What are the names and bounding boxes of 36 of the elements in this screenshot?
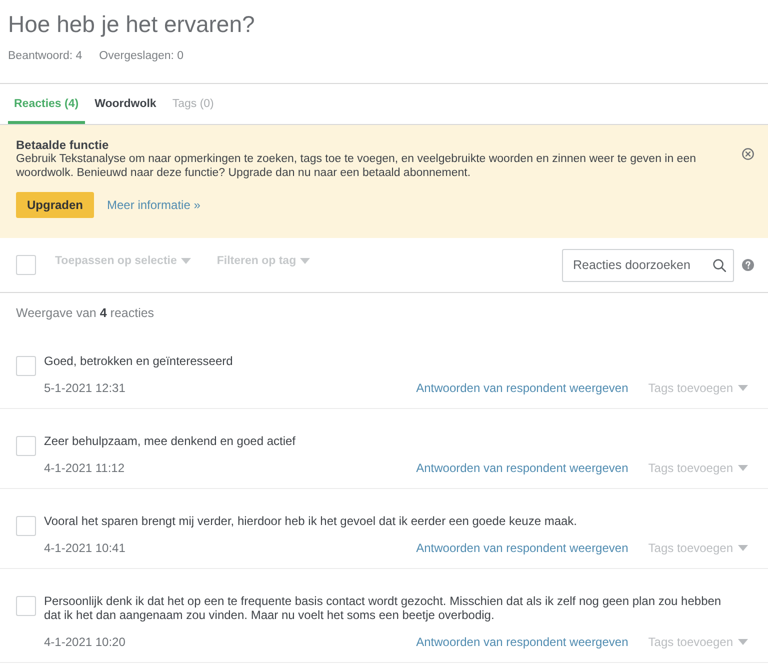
select-all-checkbox[interactable] bbox=[16, 255, 36, 275]
search-field[interactable]: Reacties doorzoeken bbox=[562, 248, 734, 282]
respondent-answers-link[interactable]: Antwoorden van respondent weergeven bbox=[416, 461, 628, 475]
banner-text: Gebruik Tekstanalyse om naar opmerkingen te zoeken, tags toe te voegen, en veelgebruikte woorden en zinnen weer te geven in een woordwolk. Benieuwd naar deze functie? Upgrade dan nu naar een betaald abonnement. bbox=[16, 152, 697, 180]
response-text: Persoonlijk denk ik dat het op een te frequente basis contact wordt gezocht. Misschien dat als ik zelf nog geen plan zou hebben dat ik het dan aangenaam zou vinden. Maar nu voelt het soms een beetje overbodig. bbox=[44, 594, 722, 622]
upgrade-button[interactable]: Upgraden bbox=[16, 192, 94, 218]
respondent-answers-link[interactable]: Antwoorden van respondent weergeven bbox=[416, 381, 628, 395]
row-checkbox[interactable] bbox=[16, 596, 36, 616]
help-icon[interactable] bbox=[742, 259, 754, 271]
banner-title: Betaalde functie bbox=[16, 138, 110, 152]
respondent-answers-link[interactable]: Antwoorden van respondent weergeven bbox=[416, 635, 628, 649]
response-text: Goed, betrokken en geïnteresseerd bbox=[44, 354, 234, 368]
caret-icon bbox=[738, 465, 748, 471]
row-checkbox[interactable] bbox=[16, 516, 36, 536]
close-icon[interactable] bbox=[742, 148, 754, 160]
more-info-link[interactable]: Meer informatie » bbox=[107, 198, 200, 212]
question-title: Hoe heb je het ervaren? bbox=[8, 10, 256, 39]
caret-icon bbox=[738, 385, 748, 391]
response-date: 4-1-2021 11:12 bbox=[44, 461, 126, 475]
caret-icon bbox=[738, 545, 748, 551]
tab[interactable]: Woordwolk bbox=[88, 84, 162, 124]
results-summary: Weergave van 4 reacties bbox=[15, 305, 156, 322]
row-checkbox[interactable] bbox=[16, 436, 36, 456]
respondent-answers-link[interactable]: Antwoorden van respondent weergeven bbox=[416, 541, 628, 555]
caret-icon bbox=[300, 258, 310, 264]
stat-count: Overgeslagen: 0 bbox=[99, 49, 184, 63]
stat-count: Beantwoord: 4 bbox=[8, 49, 82, 63]
response-date: 4-1-2021 10:20 bbox=[44, 635, 126, 649]
response-text: Zeer behulpzaam, mee denkend en goed actief bbox=[44, 434, 297, 448]
caret-icon bbox=[738, 639, 748, 645]
response-text: Vooral het sparen brengt mij verder, hierdoor heb ik het gevoel dat ik eerder een goede keuze maak. bbox=[44, 514, 578, 528]
response-date: 4-1-2021 10:41 bbox=[44, 541, 126, 555]
caret-icon bbox=[180, 258, 191, 264]
search-icon[interactable] bbox=[713, 258, 726, 272]
response-date: 5-1-2021 12:31 bbox=[44, 381, 126, 395]
row-checkbox[interactable] bbox=[16, 356, 36, 376]
